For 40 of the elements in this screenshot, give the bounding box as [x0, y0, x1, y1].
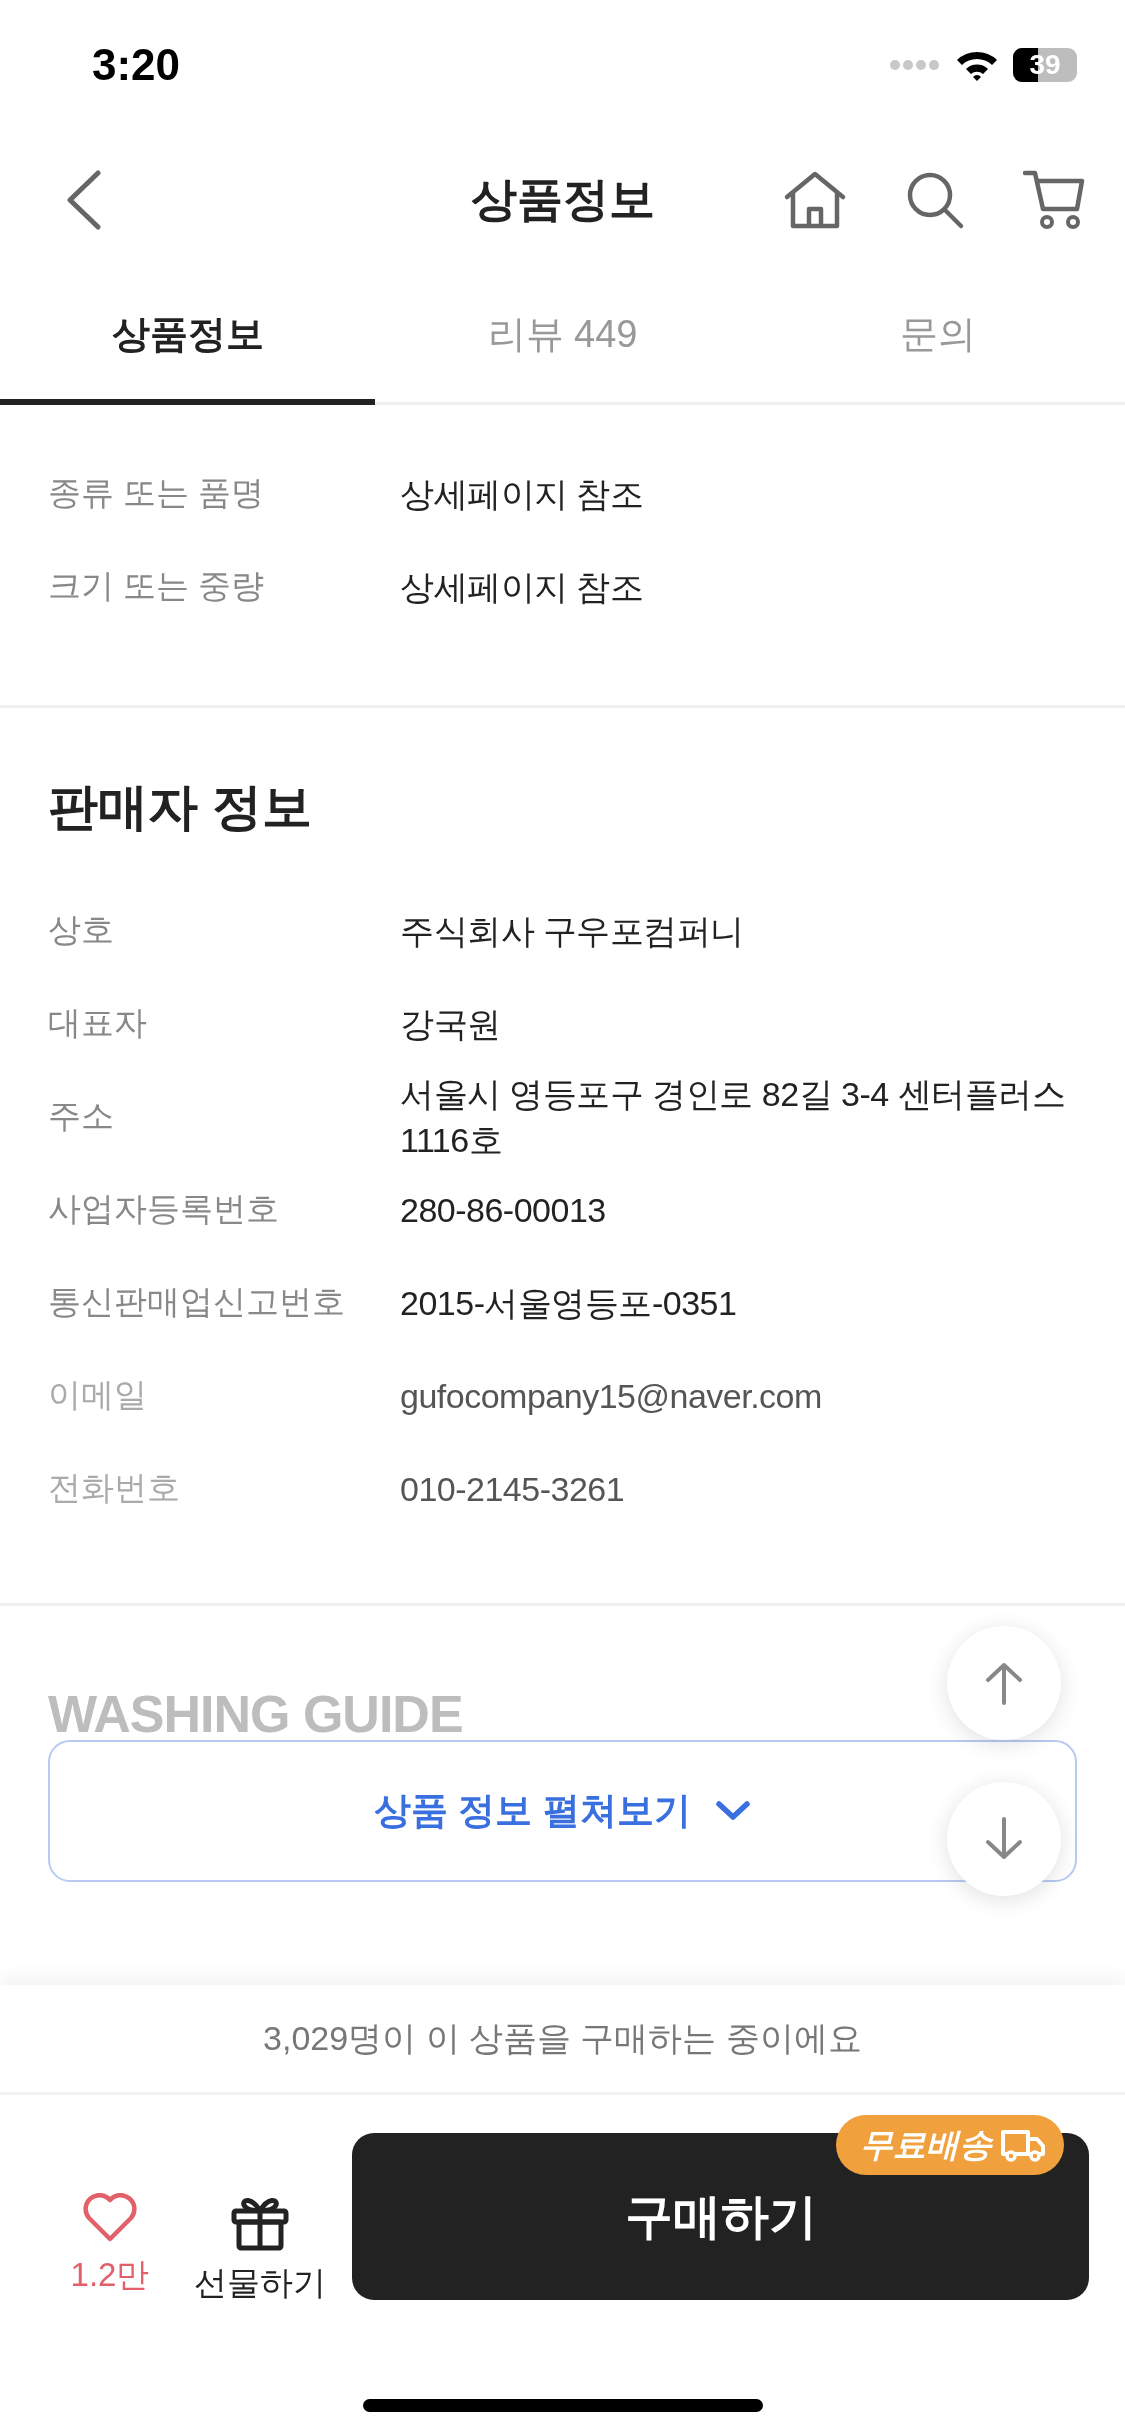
info-label: 상호 [48, 910, 115, 950]
info-label: 주소 [48, 1096, 115, 1136]
info-label: 이메일 [48, 1375, 148, 1415]
info-label: 전화번호 [48, 1468, 181, 1508]
cart-icon[interactable] [1023, 169, 1085, 231]
info-value: 서울시 영등포구 경인로 82길 3-4 센터플러스 1116호 [400, 1073, 1067, 1161]
info-label: 통신판매업신고번호 [48, 1282, 346, 1322]
purchase-notice: 3,029명이 이 상품을 구매하는 중이에요 [0, 1985, 1125, 2095]
info-value: 주식회사 구우포컴퍼니 [400, 910, 745, 952]
status-time: 3:20 [92, 40, 181, 90]
info-value: 010-2145-3261 [400, 1468, 626, 1510]
tab[interactable]: 리뷰 449 [375, 270, 750, 405]
info-label: 종류 또는 품명 [48, 473, 266, 513]
arrow-down-icon [984, 1817, 1024, 1861]
info-label: 크기 또는 중량 [48, 566, 266, 606]
page-title: 상품정보 [470, 172, 655, 227]
chevron-icon [714, 1800, 751, 1822]
section-heading: 판매자 정보 [47, 778, 313, 837]
arrow-up-icon [984, 1661, 1024, 1705]
home-icon[interactable] [783, 171, 847, 229]
like-button[interactable]: 1.2만 [40, 2193, 180, 2298]
info-label: 사업자등록번호 [48, 1189, 280, 1229]
info-value: 상세페이지 참조 [400, 473, 645, 515]
truck-icon [1000, 2128, 1046, 2162]
info-value: 상세페이지 참조 [400, 566, 645, 608]
info-value: gufocompany15@naver.com [400, 1375, 823, 1417]
info-label: 대표자 [48, 1003, 148, 1043]
free-shipping-badge: 무료배송 [836, 2115, 1064, 2175]
search-icon[interactable] [905, 170, 965, 230]
info-value: 2015-서울영등포-0351 [400, 1282, 738, 1324]
section-heading: WASHING GUIDE [48, 1686, 464, 1742]
tab[interactable]: 문의 [750, 270, 1125, 405]
expand-button[interactable]: 상품 정보 펼쳐보기 [48, 1740, 1077, 1882]
tab[interactable]: 상품정보 [0, 270, 375, 405]
heart-icon [82, 2193, 138, 2243]
info-value: 280-86-00013 [400, 1189, 607, 1231]
info-value: 강국원 [400, 1003, 502, 1045]
signal-icon [889, 58, 941, 72]
back-icon[interactable] [64, 170, 104, 230]
gift-button[interactable]: 선물하기 [190, 2193, 330, 2306]
